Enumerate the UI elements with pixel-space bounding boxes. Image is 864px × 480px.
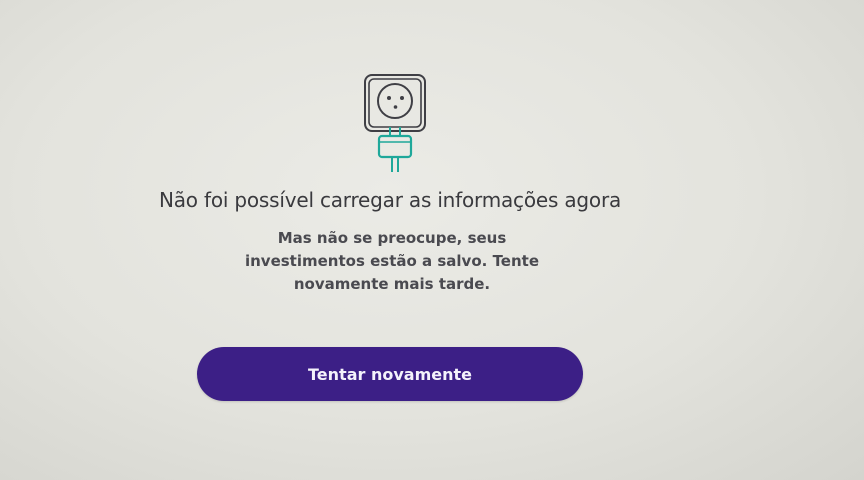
unplugged-socket-icon (364, 74, 426, 172)
retry-button-label: Tentar novamente (308, 364, 472, 384)
error-title: Não foi possível carregar as informações… (158, 188, 622, 212)
error-message: Mas não se preocupe, seus investimentos … (244, 229, 540, 293)
retry-button[interactable]: Tentar novamente (197, 347, 583, 401)
error-screen: Não foi possível carregar as informações… (0, 0, 864, 480)
